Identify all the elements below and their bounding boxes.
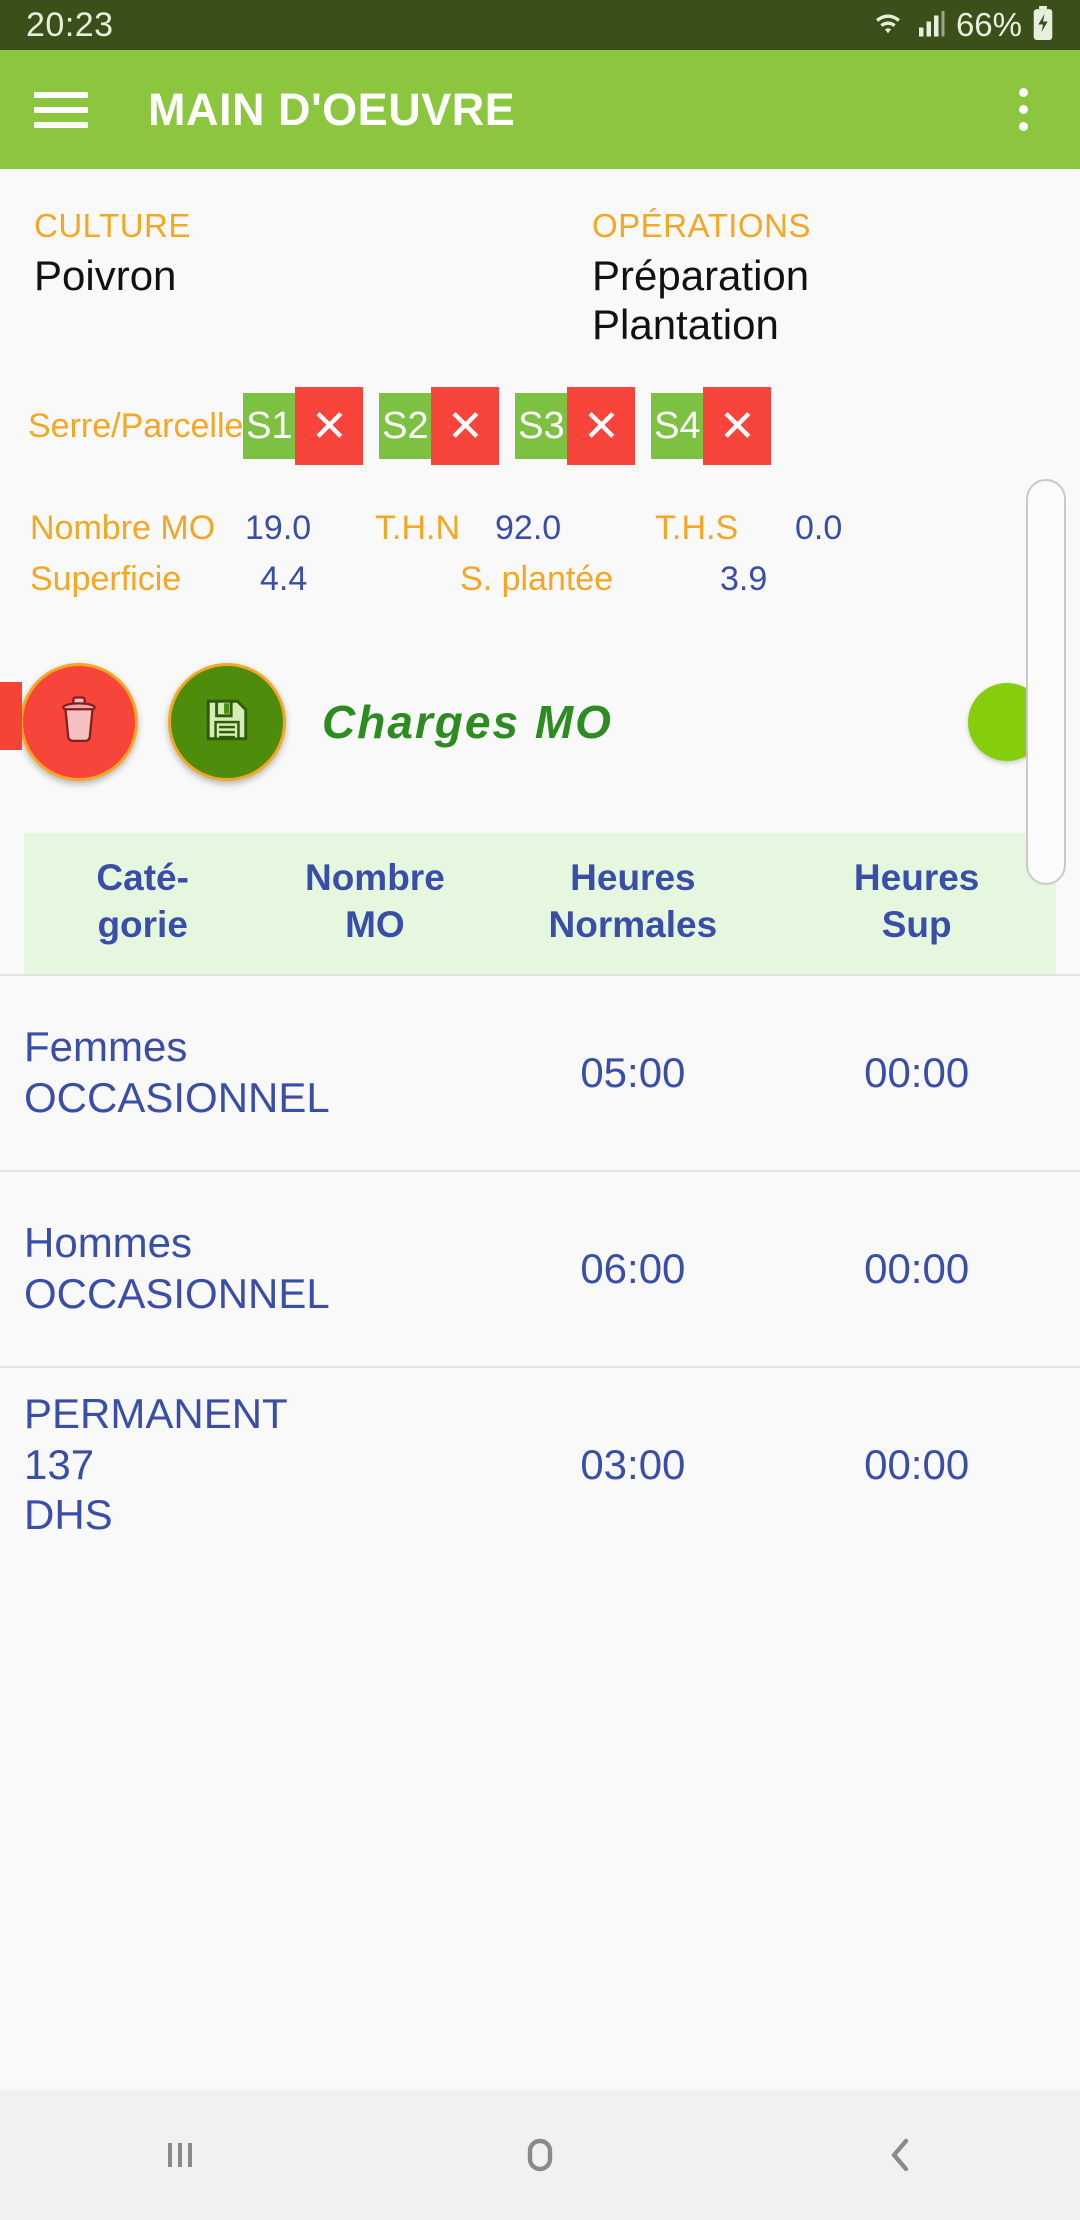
- cell-categorie: PERMANENT 137 DHS: [24, 1390, 287, 1538]
- delete-button[interactable]: [20, 663, 138, 782]
- s-plantee-value: 3.9: [720, 560, 768, 599]
- parcelle-chip-label[interactable]: S4: [651, 393, 704, 460]
- back-icon[interactable]: [840, 2095, 960, 2215]
- table-row[interactable]: Hommes OCCASIONNEL 06:00 00:00: [0, 1169, 1080, 1366]
- charges-section-title: Charges MO: [322, 696, 613, 749]
- cell-heures-sup: 00:00: [864, 1244, 970, 1292]
- status-indicators: 66%: [870, 5, 1054, 45]
- cell-heures-sup: 00:00: [864, 1048, 970, 1096]
- scrollbar-thumb[interactable]: [0, 682, 22, 750]
- info-grid: CULTURE Poivron OPÉRATIONS Préparation P…: [0, 169, 1080, 349]
- charges-table: Caté- gorie Nombre MO Heures Normales He…: [0, 833, 1080, 1562]
- parcelle-chip-label[interactable]: S1: [243, 393, 296, 460]
- thn-label: T.H.N: [375, 509, 460, 548]
- parcelle-chip-remove-icon[interactable]: ✕: [295, 387, 364, 466]
- page-title: MAIN D'OEUVRE: [148, 83, 516, 135]
- culture-label: CULTURE: [34, 207, 191, 244]
- culture-value: Poivron: [34, 252, 177, 299]
- parcelle-chip[interactable]: S4 ✕: [651, 387, 772, 466]
- column-header-categorie: Caté- gorie: [96, 857, 189, 945]
- parcelle-chip-remove-icon[interactable]: ✕: [703, 387, 772, 466]
- status-bar: 20:23 66%: [0, 0, 1080, 50]
- parcelle-chip-remove-icon[interactable]: ✕: [567, 387, 636, 466]
- parcelle-row: Serre/Parcelle S1 ✕ S2 ✕ S3 ✕ S4 ✕: [0, 387, 1080, 466]
- superficie-value: 4.4: [260, 560, 308, 599]
- floppy-disk-save-icon: [202, 695, 252, 750]
- status-clock: 20:23: [26, 5, 114, 44]
- battery-percent-label: 66%: [955, 6, 1022, 43]
- parcelle-chip-remove-icon[interactable]: ✕: [431, 387, 500, 466]
- save-button[interactable]: [168, 663, 286, 782]
- app-bar: MAIN D'OEUVRE: [0, 50, 1080, 169]
- android-nav-bar: [0, 2090, 1080, 2220]
- cell-heures-normales: 05:00: [580, 1048, 686, 1096]
- ths-value: 0.0: [795, 509, 843, 548]
- culture-field: CULTURE Poivron: [34, 207, 540, 349]
- battery-charging-icon: [1032, 5, 1054, 45]
- table-row[interactable]: Femmes OCCASIONNEL 05:00 00:00: [0, 973, 1080, 1170]
- kebab-menu-icon[interactable]: [1000, 88, 1046, 131]
- stats-block: Nombre MO 19.0 T.H.N 92.0 T.H.S 0.0 Supe…: [0, 509, 1080, 599]
- stats-row-primary: Nombre MO 19.0 T.H.N 92.0 T.H.S 0.0: [30, 509, 1050, 548]
- wifi-icon: [870, 8, 906, 43]
- parcelle-chip[interactable]: S1 ✕: [243, 387, 364, 466]
- superficie-label: Superficie: [30, 560, 182, 599]
- actions-row: Charges MO: [0, 647, 1080, 797]
- cell-categorie: Hommes OCCASIONNEL: [24, 1219, 330, 1317]
- signal-icon: [916, 8, 946, 43]
- cell-heures-sup: 00:00: [864, 1440, 970, 1488]
- hamburger-menu-icon[interactable]: [34, 91, 88, 128]
- operations-value: Préparation Plantation: [592, 252, 810, 349]
- cell-categorie: Femmes OCCASIONNEL: [24, 1023, 330, 1121]
- main-content: CULTURE Poivron OPÉRATIONS Préparation P…: [0, 169, 1080, 2090]
- table-header-row: Caté- gorie Nombre MO Heures Normales He…: [24, 833, 1056, 974]
- home-icon[interactable]: [480, 2095, 600, 2215]
- parcelle-chip-list: S1 ✕ S2 ✕ S3 ✕ S4 ✕: [243, 387, 787, 466]
- parcelle-label: Serre/Parcelle: [28, 406, 244, 445]
- column-header-heures-sup: Heures Sup: [853, 857, 980, 945]
- table-row[interactable]: PERMANENT 137 DHS 03:00 00:00: [0, 1365, 1080, 1562]
- cell-heures-normales: 03:00: [580, 1440, 686, 1488]
- column-header-nombre-mo: Nombre MO: [304, 857, 445, 945]
- parcelle-chip[interactable]: S3 ✕: [515, 387, 636, 466]
- parcelle-chip[interactable]: S2 ✕: [379, 387, 500, 466]
- column-header-heures-normales: Heures Normales: [548, 857, 718, 945]
- s-plantee-label: S. plantée: [460, 560, 614, 599]
- ths-label: T.H.S: [655, 509, 739, 548]
- parcelle-chip-label[interactable]: S3: [515, 393, 568, 460]
- stats-row-secondary: Superficie 4.4 S. plantée 3.9: [30, 560, 1050, 599]
- side-scroll-panel[interactable]: [1026, 479, 1066, 885]
- operations-label: OPÉRATIONS: [592, 207, 811, 244]
- trash-icon: [52, 693, 106, 752]
- nombre-mo-label: Nombre MO: [30, 509, 216, 548]
- thn-value: 92.0: [495, 509, 562, 548]
- cell-heures-normales: 06:00: [580, 1244, 686, 1292]
- recents-icon[interactable]: [120, 2095, 240, 2215]
- nombre-mo-value: 19.0: [245, 509, 312, 548]
- operations-field: OPÉRATIONS Préparation Plantation: [540, 207, 1046, 349]
- parcelle-chip-label[interactable]: S2: [379, 393, 432, 460]
